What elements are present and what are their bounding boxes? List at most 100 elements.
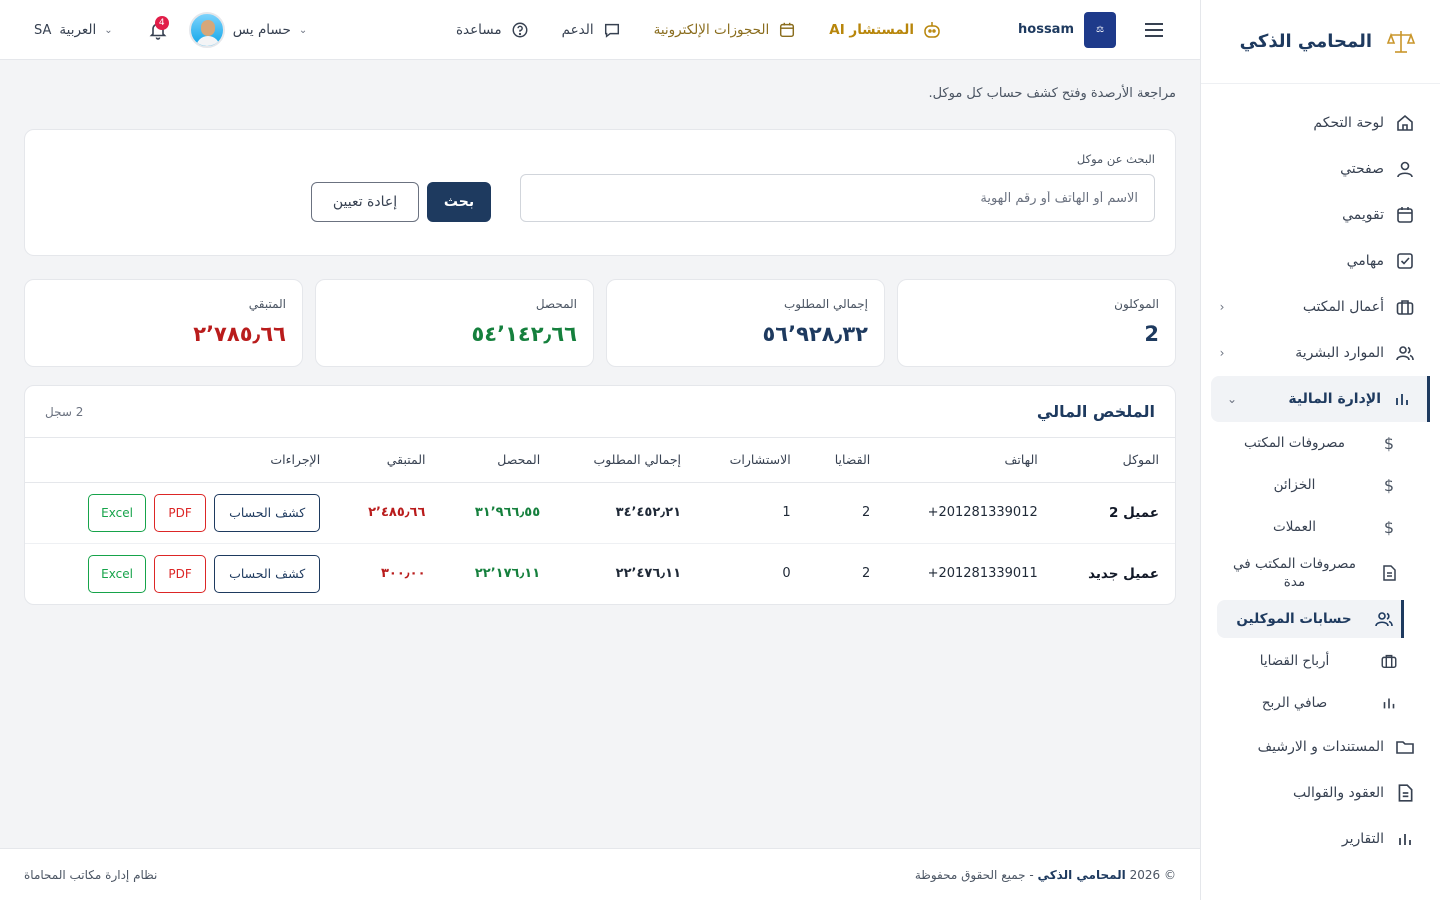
stat-label: إجمالي المطلوب xyxy=(783,297,868,311)
sidebar-item-net-profit[interactable]: صافي الربح xyxy=(1201,682,1440,724)
check-square-icon xyxy=(1394,250,1416,272)
statement-button[interactable]: كشف الحساب xyxy=(214,493,321,532)
menu-icon[interactable] xyxy=(1130,6,1178,54)
bookings-link[interactable]: الحجوزات الإلكترونية xyxy=(638,20,814,40)
sidebar-item-label: مصروفات المكتب xyxy=(1244,434,1345,451)
sidebar-item-documents[interactable]: المستندات و الارشيف xyxy=(1201,724,1440,770)
sidebar-item-dashboard[interactable]: لوحة التحكم xyxy=(1201,100,1440,146)
record-count: 2 سجل xyxy=(45,404,84,419)
cell-collected: ٢٢٬١٧٦٫١١ xyxy=(474,566,541,582)
sidebar-item-my-page[interactable]: صفحتي xyxy=(1201,146,1440,192)
sidebar-item-label: العقود والقوالب xyxy=(1292,785,1384,801)
ai-advisor-link[interactable]: المستشار AI xyxy=(813,20,958,40)
sidebar-item-hr[interactable]: الموارد البشرية ‹ xyxy=(1201,330,1440,376)
notification-badge: 4 xyxy=(154,16,169,30)
cell-phone: 201281339012+ xyxy=(886,482,1054,544)
sidebar-item-label: الموارد البشرية xyxy=(1295,345,1384,361)
brand-name: المحامي الذكي xyxy=(1239,31,1372,52)
sidebar-item-label: مهامي xyxy=(1346,253,1384,269)
user-name: حسام يس xyxy=(232,22,291,38)
sidebar-item-reports[interactable]: التقارير xyxy=(1201,816,1440,862)
table-row: عميل 2 201281339012+ 2 1 ٣٤٬٤٥٢٫٢١ ٣١٬٩٦… xyxy=(25,482,1175,544)
cell-collected: ٣١٬٩٦٦٫٥٥ xyxy=(441,482,557,544)
search-button[interactable]: بحث xyxy=(427,182,491,222)
users-icon xyxy=(1394,342,1416,364)
stat-value: ٥٦٬٩٢٨٫٣٢ xyxy=(762,322,868,346)
reset-button[interactable]: إعادة تعيين xyxy=(311,182,419,222)
dollar-icon: $ xyxy=(1383,433,1395,453)
robot-icon xyxy=(922,20,942,40)
clients-table: الموكل الهاتف القضايا الاستشارات إجمالي … xyxy=(25,438,1175,604)
stat-clients: الموكلون 2 xyxy=(897,279,1176,367)
main-content: مراجعة الأرصدة وفتح كشف حساب كل موكل. ال… xyxy=(0,60,1200,848)
cell-client: عميل 2 xyxy=(1053,482,1175,544)
bar-chart-icon xyxy=(1394,828,1416,850)
copyright-year: © 2026 xyxy=(1129,867,1176,882)
row-actions: كشف الحساب PDF Excel xyxy=(41,554,321,593)
help-circle-icon xyxy=(510,20,530,40)
statement-button[interactable]: كشف الحساب xyxy=(214,554,321,593)
pdf-button[interactable]: PDF xyxy=(154,554,207,593)
sidebar-item-label: التقارير xyxy=(1341,831,1384,847)
sidebar-item-label: أرباح القضايا xyxy=(1259,652,1330,669)
help-link[interactable]: مساعدة xyxy=(440,20,546,40)
pdf-button[interactable]: PDF xyxy=(154,493,207,532)
office-name: hossam xyxy=(1018,22,1074,37)
stat-value: ٥٤٬١٤٢٫٦٦ xyxy=(471,322,577,346)
language-selector[interactable]: ⌄ العربية SA xyxy=(20,22,127,38)
sidebar-item-label: الخزائن xyxy=(1273,476,1316,493)
column-header-consultations: الاستشارات xyxy=(697,438,807,483)
excel-button[interactable]: Excel xyxy=(88,554,147,593)
column-header-remaining: المتبقي xyxy=(336,438,442,483)
row-actions: كشف الحساب PDF Excel xyxy=(41,493,321,532)
users-icon xyxy=(1373,608,1395,630)
chevron-down-icon: ⌄ xyxy=(104,24,113,36)
document-icon xyxy=(1378,562,1400,584)
ai-advisor-label: المستشار AI xyxy=(829,21,915,38)
chevron-down-icon: ⌄ xyxy=(298,24,308,36)
sidebar-item-office-expenses-period[interactable]: مصروفات المكتب في مدة xyxy=(1201,548,1440,598)
cell-actions: كشف الحساب PDF Excel xyxy=(25,482,337,544)
topbar-right: ⚖ hossam المستشار AI الحجوزات الإلكتروني… xyxy=(440,0,1200,59)
sidebar-item-case-profits[interactable]: أرباح القضايا xyxy=(1201,640,1440,682)
user-menu[interactable]: ⌄ حسام يس xyxy=(188,12,308,48)
sidebar-item-currencies[interactable]: $ العملات xyxy=(1201,506,1440,548)
cell-total: ٣٤٬٤٥٢٫٢١ xyxy=(556,482,698,544)
sidebar-item-treasuries[interactable]: $ الخزائن xyxy=(1201,464,1440,506)
stat-label: الموكلون xyxy=(1114,297,1159,311)
brand[interactable]: المحامي الذكي xyxy=(1201,0,1440,84)
user-icon xyxy=(1394,158,1416,180)
table-header-bar: الملخص المالي 2 سجل xyxy=(25,386,1175,438)
bar-chart-icon xyxy=(1391,388,1413,410)
footer-copyright: © 2026 المحامي الذكي - جميع الحقوق محفوظ… xyxy=(915,868,1176,882)
stat-value: ٢٬٧٨٥٫٦٦ xyxy=(193,322,286,346)
sidebar-item-office-expenses[interactable]: $ مصروفات المكتب xyxy=(1201,422,1440,464)
sidebar-item-label: لوحة التحكم xyxy=(1313,115,1384,131)
sidebar-item-label: صافي الربح xyxy=(1261,694,1328,711)
sidebar-item-finance[interactable]: الإدارة المالية ⌄ xyxy=(1211,376,1430,422)
support-link[interactable]: الدعم xyxy=(546,20,638,40)
sidebar-item-contracts[interactable]: العقود والقوالب xyxy=(1201,770,1440,816)
cell-remaining: ٢٬٤٨٥٫٦٦ xyxy=(336,482,442,544)
office-logo: ⚖ xyxy=(1084,11,1116,48)
stat-remaining: المتبقي ٢٬٧٨٥٫٦٦ xyxy=(24,279,303,367)
sidebar-item-label: حسابات الموكلين xyxy=(1236,610,1352,627)
excel-button[interactable]: Excel xyxy=(88,493,147,532)
sidebar-item-client-accounts[interactable]: حسابات الموكلين xyxy=(1217,600,1404,638)
avatar xyxy=(188,12,225,48)
office-switcher[interactable]: ⚖ hossam xyxy=(1018,11,1116,48)
sidebar-item-office-work[interactable]: أعمال المكتب ‹ xyxy=(1201,284,1440,330)
document-icon xyxy=(1394,782,1416,804)
stat-label: المحصل xyxy=(535,297,577,311)
sidebar-item-tasks[interactable]: مهامي xyxy=(1201,238,1440,284)
footer-brand-link[interactable]: المحامي الذكي xyxy=(1038,868,1126,882)
page-subtitle: مراجعة الأرصدة وفتح كشف حساب كل موكل. xyxy=(928,86,1176,101)
sidebar-item-label: المستندات و الارشيف xyxy=(1257,739,1384,755)
search-input[interactable] xyxy=(520,174,1155,222)
sidebar-item-calendar[interactable]: تقويمي xyxy=(1201,192,1440,238)
notifications-button[interactable]: 4 xyxy=(143,15,173,45)
column-header-collected: المحصل xyxy=(441,438,557,483)
calendar-icon xyxy=(1394,204,1416,226)
topbar-links: المستشار AI الحجوزات الإلكترونية الدعم م… xyxy=(440,20,958,40)
language-code: SA xyxy=(34,22,52,38)
